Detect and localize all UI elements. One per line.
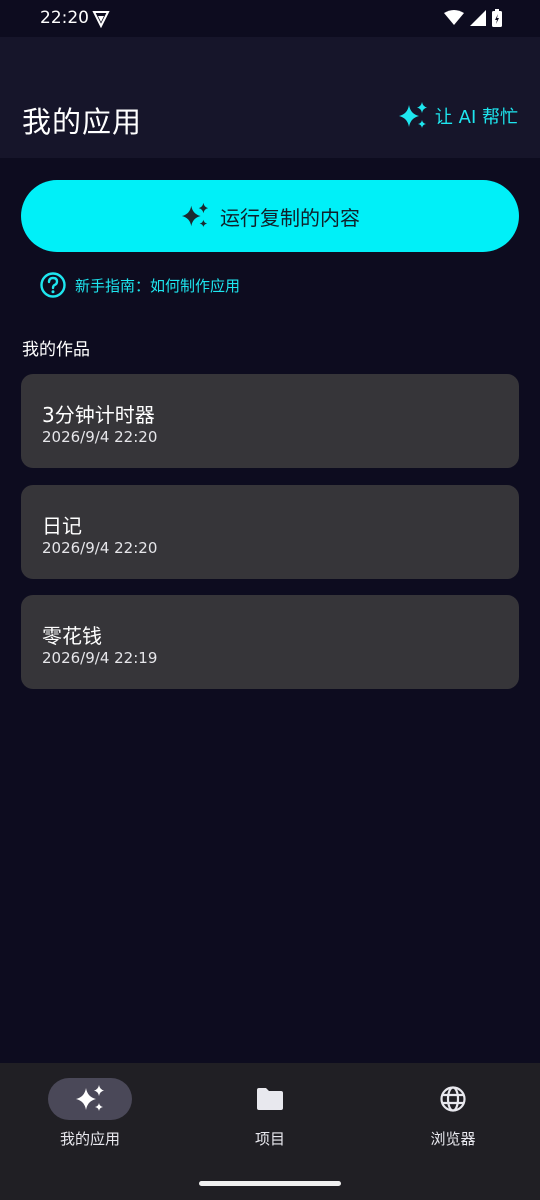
screen: 22:20 我的应用 让 AI 帮忙 运行复制的内容 新手指南：如何制作应用 我… xyxy=(0,0,540,1200)
battery-charging-icon xyxy=(492,9,502,27)
vpn-key-icon xyxy=(92,11,110,28)
sparkle-icon xyxy=(181,202,209,228)
run-copied-content-button[interactable]: 运行复制的内容 xyxy=(21,180,519,252)
ai-help-button[interactable]: 让 AI 帮忙 xyxy=(397,101,518,131)
sparkle-icon xyxy=(398,102,427,128)
nav-icon-container xyxy=(411,1078,495,1120)
beginner-guide-link[interactable]: 新手指南：如何制作应用 xyxy=(39,271,240,299)
folder-icon xyxy=(257,1088,283,1110)
home-indicator[interactable] xyxy=(199,1181,341,1186)
work-card-date: 2026/9/4 22:20 xyxy=(42,539,158,557)
status-time: 22:20 xyxy=(40,8,89,28)
work-card-date: 2026/9/4 22:19 xyxy=(42,649,158,667)
section-title-my-works: 我的作品 xyxy=(22,340,90,360)
help-circle-icon xyxy=(40,272,66,298)
page-title: 我的应用 xyxy=(22,105,143,139)
work-card[interactable]: 日记 2026/9/4 22:20 xyxy=(21,485,519,579)
work-card[interactable]: 3分钟计时器 2026/9/4 22:20 xyxy=(21,374,519,468)
nav-label: 项目 xyxy=(254,1130,285,1148)
globe-icon xyxy=(440,1086,466,1112)
signal-icon xyxy=(470,10,486,26)
wifi-icon xyxy=(444,10,464,25)
work-card-title: 日记 xyxy=(42,514,82,538)
nav-active-indicator xyxy=(48,1078,132,1120)
nav-item-projects[interactable]: 项目 xyxy=(180,1063,360,1163)
work-card[interactable]: 零花钱 2026/9/4 22:19 xyxy=(21,595,519,689)
nav-item-browser[interactable]: 浏览器 xyxy=(363,1063,540,1163)
nav-icon-container xyxy=(228,1078,312,1120)
status-icons xyxy=(444,9,502,27)
work-card-title: 零花钱 xyxy=(42,624,102,648)
work-card-title: 3分钟计时器 xyxy=(42,403,155,427)
nav-item-my-apps[interactable]: 我的应用 xyxy=(0,1063,180,1163)
nav-label: 我的应用 xyxy=(59,1130,120,1148)
bottom-navigation: 我的应用 项目 浏览器 xyxy=(0,1063,540,1200)
work-card-date: 2026/9/4 22:20 xyxy=(42,428,158,446)
ai-help-label: 让 AI 帮忙 xyxy=(434,107,518,128)
run-copied-content-label: 运行复制的内容 xyxy=(220,205,360,230)
nav-label: 浏览器 xyxy=(430,1130,476,1148)
beginner-guide-label: 新手指南：如何制作应用 xyxy=(75,276,241,295)
sparkle-icon xyxy=(76,1085,104,1111)
app-bar: 我的应用 让 AI 帮忙 xyxy=(0,37,540,158)
status-bar: 22:20 xyxy=(0,0,540,37)
